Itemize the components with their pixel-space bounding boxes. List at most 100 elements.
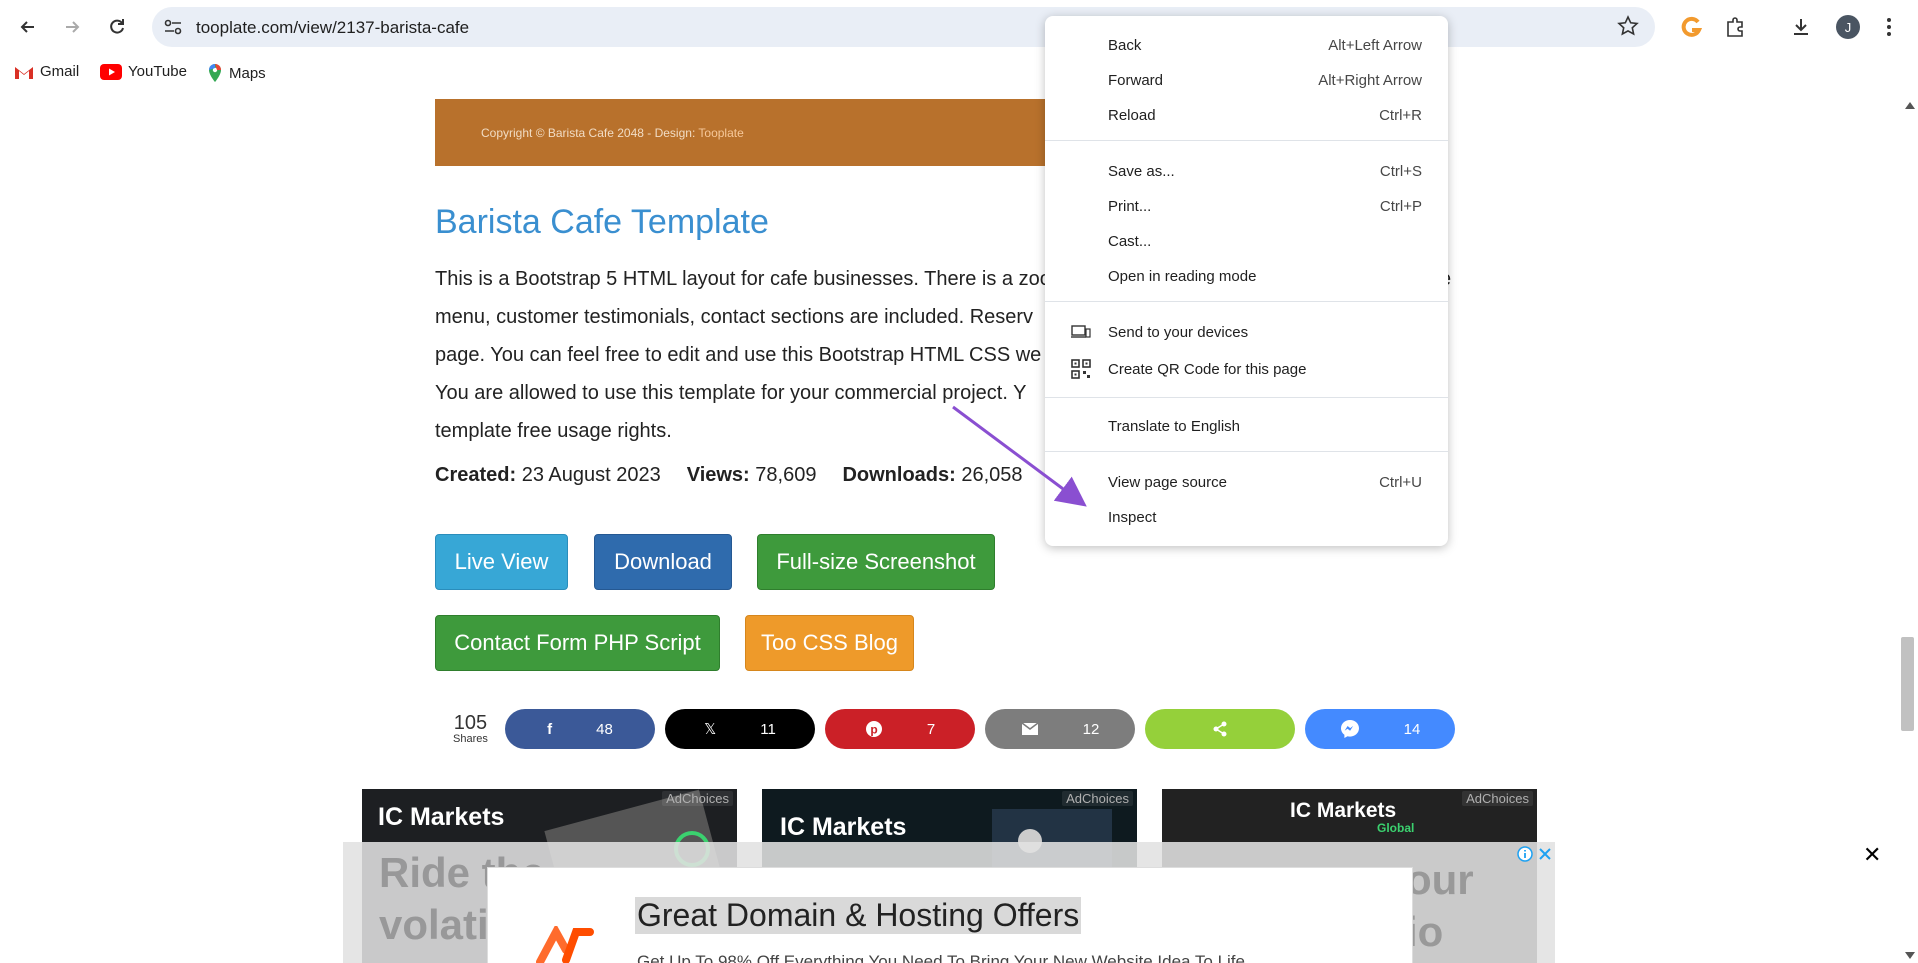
ad-close-icon[interactable] [1537,846,1553,862]
scrollbar-thumb[interactable] [1901,637,1914,731]
meta-views: Views: 78,609 [687,464,817,487]
menu-item-print[interactable]: Print... Ctrl+P [1045,190,1448,222]
scroll-down-arrow-icon[interactable] [1905,952,1915,959]
bookmark-maps[interactable]: Maps [207,63,266,83]
menu-item-shortcut: Ctrl+R [1379,106,1422,124]
menu-item-back[interactable]: Back Alt+Left Arrow [1045,29,1448,61]
menu-item-forward[interactable]: Forward Alt+Right Arrow [1045,64,1448,96]
downloads-icon[interactable] [1790,13,1812,41]
back-arrow-icon [20,21,34,33]
meta-label: Created: [435,464,517,486]
bookmark-label: YouTube [128,63,187,80]
hosting-offer-ad[interactable]: Great Domain & Hosting Offers Get Up To … [487,867,1413,963]
menu-item-save-as[interactable]: Save as... Ctrl+S [1045,155,1448,187]
ad-headline: Great Domain & Hosting Offers [635,897,1082,934]
ad-subtext: Get Up To 98% Off Everything You Need To… [637,952,1245,963]
live-view-button[interactable]: Live View [435,534,568,590]
browser-menu-icon[interactable] [1886,13,1892,41]
menu-item-send-to-devices[interactable]: Send to your devices [1045,316,1448,348]
profile-initial: J [1836,15,1860,39]
meta-downloads: Downloads: 26,058 [842,464,1022,487]
meta-value: 23 August 2023 [521,464,661,486]
ad-info-icon[interactable] [1517,846,1533,862]
forward-button[interactable] [58,13,86,41]
adchoices-label[interactable]: AdChoices [662,791,733,806]
email-icon [1021,722,1039,735]
share-facebook-button[interactable]: f 48 [505,709,655,749]
menu-item-label: Create QR Code for this page [1108,360,1307,378]
download-button[interactable]: Download [594,534,732,590]
menu-item-shortcut: Ctrl+S [1379,162,1422,180]
svg-text:p: p [870,723,877,737]
browser-toolbar: tooplate.com/view/2137-barista-cafe J [0,0,1918,54]
bookmark-star-icon[interactable] [1617,15,1639,37]
ad-brand-sub: Global [1377,821,1415,835]
banner-copyright: Copyright © Barista Cafe 2048 - Design: … [481,126,744,140]
reload-button[interactable] [103,13,131,41]
share-count: 48 [596,720,613,738]
share-total: 105 [453,712,488,734]
template-meta: Created: 23 August 2023 Views: 78,609 Do… [435,464,1023,487]
too-css-blog-button[interactable]: Too CSS Blog [745,615,914,671]
menu-item-label: Save as... [1108,162,1175,180]
menu-item-reload[interactable]: Reload Ctrl+R [1045,99,1448,131]
context-menu: Back Alt+Left Arrow Forward Alt+Right Ar… [1045,16,1448,546]
banner-tooplate-link[interactable]: Tooplate [698,126,743,140]
menu-item-label: View page source [1108,473,1227,491]
menu-item-shortcut: Alt+Left Arrow [1328,36,1422,54]
menu-item-cast[interactable]: Cast... [1045,225,1448,257]
share-x-button[interactable]: 𝕏 11 [665,709,815,749]
bookmark-label: Gmail [40,63,80,80]
maps-pin-icon [209,64,221,82]
pinterest-icon: p [865,721,882,737]
menu-item-label: Translate to English [1108,417,1241,435]
menu-item-qr-code[interactable]: Create QR Code for this page [1045,353,1448,385]
menu-item-inspect[interactable]: Inspect [1045,501,1448,533]
share-email-button[interactable]: 12 [985,709,1135,749]
x-icon: 𝕏 [704,721,717,738]
menu-item-label: Send to your devices [1108,323,1249,341]
namecheap-logo-icon [536,926,594,963]
messenger-icon [1340,720,1359,738]
banner-copyright-text: Copyright © Barista Cafe 2048 - Design: [481,126,696,140]
bookmarks-bar: Gmail YouTube Maps [0,58,1918,88]
share-icon [1213,721,1227,737]
share-more-button[interactable] [1145,709,1295,749]
site-settings-icon[interactable] [162,16,184,38]
share-count: 12 [1082,720,1100,738]
extension-g-icon[interactable] [1680,13,1702,41]
meta-value: 78,609 [755,464,817,486]
page-title: Barista Cafe Template [435,203,769,241]
profile-avatar[interactable]: J [1836,13,1860,41]
ad-brand: IC Markets [780,813,907,841]
back-button[interactable] [14,13,42,41]
ad-info-controls [1517,846,1553,862]
menu-item-translate[interactable]: Translate to English [1045,410,1448,442]
devices-icon [1071,325,1091,338]
menu-item-label: Inspect [1108,508,1157,526]
menu-item-label: Back [1108,36,1142,54]
extensions-puzzle-icon[interactable] [1724,13,1746,41]
page-scrollbar[interactable] [1896,90,1918,963]
menu-item-view-source[interactable]: View page source Ctrl+U [1045,466,1448,498]
sticky-ad-close-icon[interactable]: ✕ [1863,842,1881,868]
adchoices-label[interactable]: AdChoices [1462,791,1533,806]
facebook-icon: f [547,720,553,738]
qr-code-icon [1071,359,1091,379]
forward-arrow-icon [66,21,80,33]
menu-item-shortcut: Ctrl+U [1379,473,1422,491]
full-size-screenshot-button[interactable]: Full-size Screenshot [757,534,995,590]
bookmark-youtube[interactable]: YouTube [100,63,187,80]
share-messenger-button[interactable]: 14 [1305,709,1455,749]
contact-form-php-button[interactable]: Contact Form PHP Script [435,615,720,671]
share-count: 14 [1403,720,1421,738]
reload-icon [110,19,124,34]
url-text[interactable]: tooplate.com/view/2137-barista-cafe [196,18,469,38]
menu-item-reading-mode[interactable]: Open in reading mode [1045,260,1448,292]
meta-value: 26,058 [961,464,1023,486]
share-pinterest-button[interactable]: p 7 [825,709,975,749]
bookmark-label: Maps [229,64,266,82]
adchoices-label[interactable]: AdChoices [1062,791,1133,806]
bookmark-gmail[interactable]: Gmail [14,63,79,80]
scroll-up-arrow-icon[interactable] [1905,102,1915,109]
